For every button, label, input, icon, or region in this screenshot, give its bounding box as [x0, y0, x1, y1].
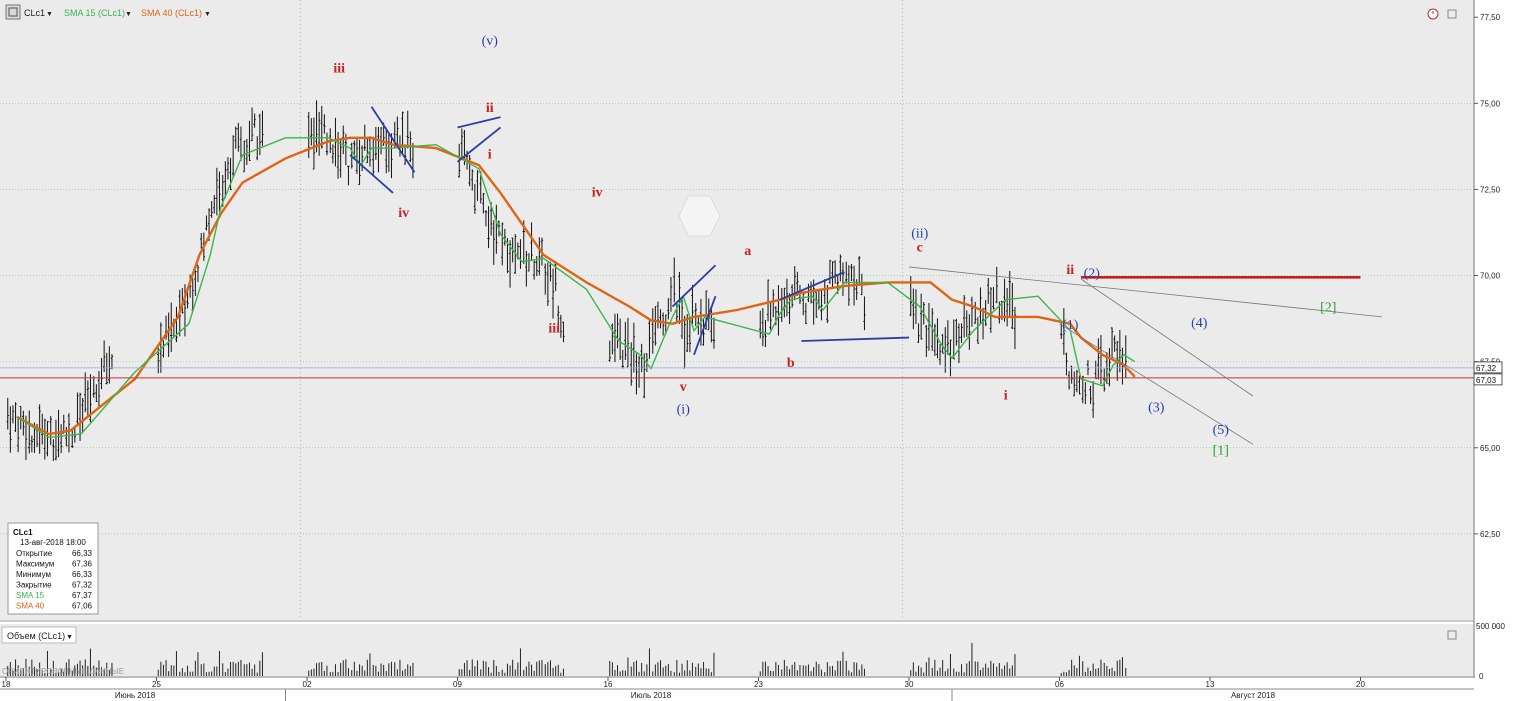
time-axis-day-label: 13 [1206, 680, 1215, 689]
wave-label: (i) [677, 402, 691, 417]
info-low-label: Минимум [16, 570, 51, 579]
toolbar-sma40-dropdown[interactable]: ▼ [204, 11, 211, 18]
info-open-label: Открытие [16, 549, 53, 558]
info-datetime: 13-авг-2018 18:00 [20, 538, 86, 547]
toolbar-sma40[interactable]: SMA 40 (CLc1) [141, 8, 202, 18]
time-axis-day-label: 09 [453, 680, 462, 689]
wave-label: ii [1066, 263, 1074, 278]
wave-label: b [787, 356, 795, 371]
wave-label: (1) [1062, 318, 1079, 333]
volume-panel-background [0, 624, 1474, 676]
ohlc-info-box: CLc1 13-авг-2018 18:00 Открытие 66,33 Ма… [7, 522, 99, 615]
price-axis-label: 77,50 [1480, 13, 1501, 22]
time-axis-day-label: 25 [152, 680, 161, 689]
time-axis-day-label: 18 [2, 680, 11, 689]
price-axis-label: 70,00 [1480, 272, 1501, 281]
volume-watermark: ОРИЕНТИРОВОЧНЫЕ ДАННЫЕ [2, 667, 124, 676]
wave-label: v [680, 380, 687, 395]
time-axis-day-label: 23 [754, 680, 763, 689]
price-axis-label: 62,50 [1480, 530, 1501, 539]
price-chart[interactable]: iii(v)iiiiviviiiv(i)ab(ii)ciii (2)(1)(3)(… [0, 0, 1514, 701]
volume-axis-label-top: 500 000 [1476, 622, 1505, 631]
price-axis-label: 75,00 [1480, 99, 1501, 108]
price-axis-label: 65,00 [1480, 444, 1501, 453]
wave-label: i [1004, 389, 1008, 404]
price-axis-label: 72,50 [1480, 185, 1501, 194]
volume-label[interactable]: Объем (CLc1) [7, 631, 65, 641]
chart-type-icon[interactable] [5, 4, 21, 20]
time-axis-day-label: 02 [303, 680, 312, 689]
info-sma40-value: 67,06 [72, 602, 93, 611]
wave-label: (ii) [911, 227, 928, 242]
wave-label: iv [398, 206, 409, 221]
wave-label: iv [592, 185, 603, 200]
time-axis-month-label: Август 2018 [1231, 691, 1276, 700]
sma-price-label: 67,03 [1476, 376, 1497, 385]
volume-axis-label-zero: 0 [1479, 672, 1484, 681]
wave-label: c [917, 240, 923, 255]
time-axis-day-label: 06 [1055, 680, 1064, 689]
volume-dropdown[interactable]: ▼ [66, 634, 73, 641]
toolbar-sma15-dropdown[interactable]: ▼ [125, 11, 132, 18]
wave-label: (4) [1191, 316, 1208, 331]
info-sma15-label: SMA 15 [16, 591, 45, 600]
wave-label: (5) [1213, 423, 1230, 438]
info-close-value: 67,32 [72, 581, 93, 590]
info-sma15-value: 67,37 [72, 591, 93, 600]
time-axis-day-label: 30 [905, 680, 914, 689]
time-axis-month-label: Июль 2018 [631, 691, 672, 700]
wave-label: iii [333, 61, 345, 76]
wave-label: [1] [1213, 444, 1229, 459]
chart-window: iii (v) ii i iv iv iii v (i) a b (ii) c i ii (2) (1) (3)(… [0, 0, 1514, 701]
toolbar-symbol-dropdown[interactable]: ▼ [46, 11, 53, 18]
info-high-label: Максимум [16, 560, 54, 569]
time-axis-day-label: 16 [604, 680, 613, 689]
toolbar-sma15[interactable]: SMA 15 (CLc1) [64, 8, 125, 18]
toolbar-symbol[interactable]: CLc1 [24, 8, 45, 18]
wave-label: ii [486, 101, 494, 116]
info-close-label: Закрытие [16, 581, 52, 590]
wave-label: [2] [1320, 301, 1336, 316]
info-open-value: 66,33 [72, 549, 93, 558]
info-high-value: 67,36 [72, 560, 93, 569]
wave-label: (3) [1148, 401, 1165, 416]
wave-label: iii [548, 321, 560, 336]
info-low-value: 66,33 [72, 570, 93, 579]
info-symbol: CLc1 [13, 528, 33, 537]
current-price-label: 67,32 [1476, 364, 1497, 373]
wave-label: (2) [1084, 266, 1101, 281]
wave-label: i [488, 147, 492, 162]
time-axis-day-label: 20 [1356, 680, 1365, 689]
wave-label: a [744, 244, 751, 259]
info-sma40-label: SMA 40 [16, 602, 45, 611]
wave-label: (v) [482, 34, 499, 49]
time-axis-month-label: Июнь 2018 [115, 691, 156, 700]
